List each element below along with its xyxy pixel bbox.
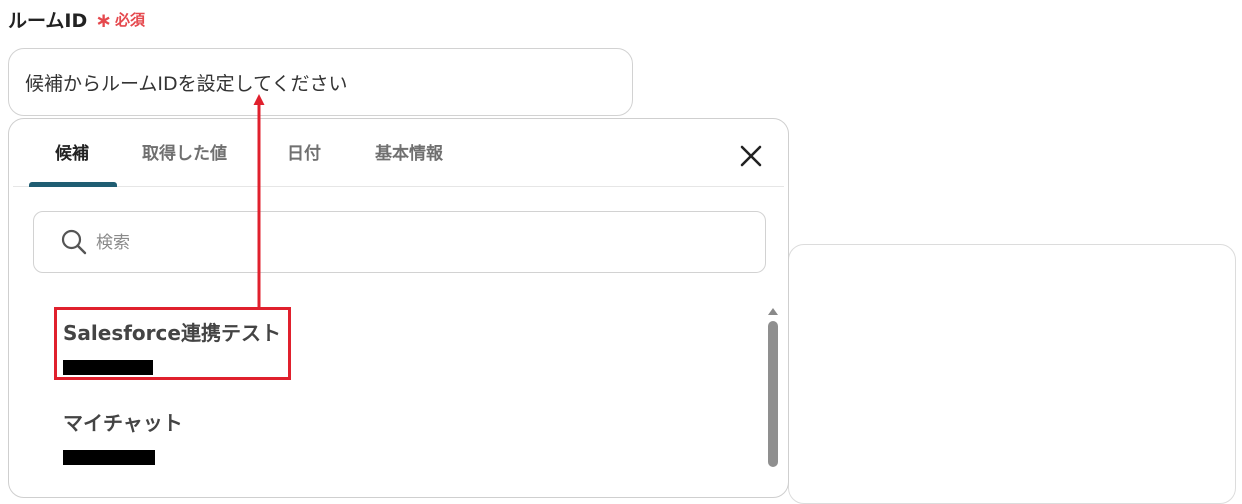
search-field[interactable] (33, 211, 766, 273)
scroll-up-arrow-icon[interactable] (767, 307, 779, 316)
room-id-input[interactable]: 候補からルームIDを設定してください (8, 48, 633, 116)
scrollbar-thumb[interactable] (768, 321, 778, 467)
required-asterisk: ∗ (95, 7, 113, 32)
search-input[interactable] (94, 226, 738, 260)
close-button[interactable] (734, 139, 768, 173)
room-id-label-text: ルームID (8, 10, 88, 32)
required-badge: ∗ 必須 (95, 9, 145, 30)
dropdown-tabs: 候補 取得した値 日付 基本情報 (13, 119, 784, 187)
option-name: マイチャット (63, 411, 183, 435)
search-icon (61, 229, 87, 255)
close-icon (740, 145, 762, 167)
room-id-input-placeholder: 候補からルームIDを設定してください (25, 72, 348, 95)
required-text: 必須 (115, 11, 146, 29)
tab-date[interactable]: 日付 (287, 119, 321, 186)
tab-candidates[interactable]: 候補 (55, 119, 89, 186)
tab-retrieved-values[interactable]: 取得した値 (142, 119, 227, 186)
active-tab-indicator (29, 182, 117, 187)
background-field-panel (788, 244, 1236, 504)
annotation-highlight-box (54, 307, 291, 380)
tab-basic-info[interactable]: 基本情報 (375, 119, 443, 186)
option-my-chat[interactable]: マイチャット (63, 407, 303, 465)
redacted-room-id (63, 450, 155, 465)
room-id-label: ルームID ∗ 必須 (8, 6, 145, 33)
